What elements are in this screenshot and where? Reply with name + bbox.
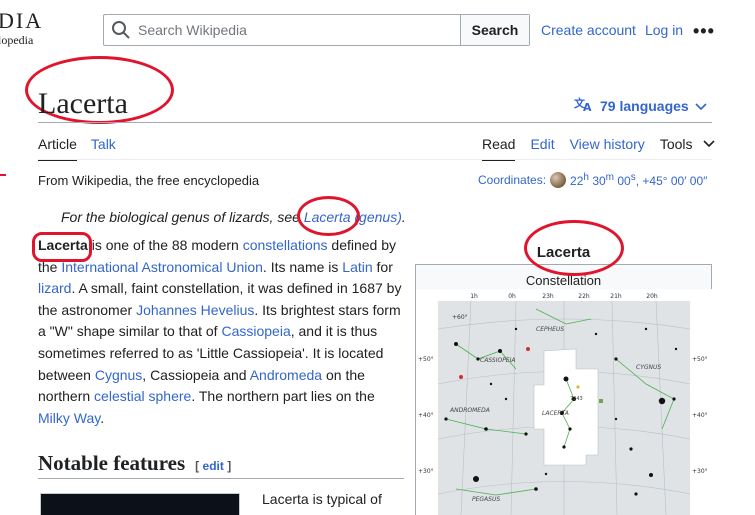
cassiopeia-link[interactable]: Cassiopeia xyxy=(221,323,290,339)
tab-view-history[interactable]: View history xyxy=(570,136,645,161)
annotation-mark-left xyxy=(0,174,6,176)
celestial-sphere-link[interactable]: celestial sphere xyxy=(94,388,191,404)
chevron-down-icon xyxy=(695,98,707,114)
label-ngc: 7243 xyxy=(570,396,583,402)
site-tagline: From Wikipedia, the free encyclopedia xyxy=(38,173,260,188)
languages-label: 79 languages xyxy=(600,97,689,114)
view-tabs: Read Edit View history Tools xyxy=(482,136,715,161)
svg-text:A: A xyxy=(583,101,592,112)
ra-tick: 22h xyxy=(578,293,590,300)
section-text: Lacerta is typical of xyxy=(262,491,382,507)
search-icon xyxy=(104,15,138,45)
infobox-caption: Constellation xyxy=(525,273,602,288)
namespace-tabs: Article Talk xyxy=(38,136,116,161)
coordinates-value[interactable]: 22h 30m 00s, +45° 00′ 00″ xyxy=(570,172,707,188)
label-andromeda: ANDROMEDA xyxy=(449,407,490,414)
tools-label: Tools xyxy=(659,136,693,152)
dec-tick: +30° xyxy=(692,468,708,475)
dec-tick: +50° xyxy=(692,356,708,363)
section-thumbnail-image[interactable] xyxy=(40,493,240,515)
tools-menu[interactable]: Tools xyxy=(660,136,715,161)
latin-link[interactable]: Latin xyxy=(342,259,372,275)
coordinates-label[interactable]: Coordinates: xyxy=(478,173,546,187)
constellation-map[interactable]: 1h 0h 23h 22h 21h 20h +50° +40° +30° +50… xyxy=(416,289,712,515)
more-options-icon[interactable]: ••• xyxy=(693,21,715,42)
wikipedia-tagline: lopedia xyxy=(0,33,34,47)
globe-icon[interactable] xyxy=(550,172,567,188)
hatnote: For the biological genus of lizards, see… xyxy=(61,209,406,225)
hevelius-link[interactable]: Johannes Hevelius xyxy=(136,302,254,318)
section-title-text: Notable features xyxy=(38,451,186,475)
ra-tick: 0h xyxy=(508,293,516,300)
iau-link[interactable]: International Astronomical Union xyxy=(61,259,263,275)
label-cassiopeia: CASSIOPEIA xyxy=(480,357,515,364)
translate-icon: 文A xyxy=(574,96,594,115)
log-in-link[interactable]: Log in xyxy=(645,22,683,38)
section-edit-link[interactable]: edit xyxy=(203,459,224,473)
search-input[interactable] xyxy=(138,15,460,45)
ra-tick: 1h xyxy=(470,293,478,300)
label-pegasus: PEGASUS xyxy=(472,496,500,503)
ra-tick: 23h xyxy=(542,293,554,300)
constellations-link[interactable]: constellations xyxy=(243,237,328,253)
tab-read[interactable]: Read xyxy=(482,136,516,161)
languages-button[interactable]: 文A 79 languages xyxy=(574,96,707,115)
andromeda-link[interactable]: Andromeda xyxy=(250,367,322,383)
lacerta-genus-link[interactable]: Lacerta (genus) xyxy=(304,209,402,225)
cygnus-link[interactable]: Cygnus xyxy=(95,367,142,383)
dec-tick: +40° xyxy=(418,412,434,419)
infobox-title: Lacerta xyxy=(536,244,591,261)
dec-tick: +50° xyxy=(418,356,434,363)
coordinates: Coordinates: 22h 30m 00s, +45° 00′ 00″ xyxy=(478,172,707,188)
dec-tick: +30° xyxy=(418,468,434,475)
tab-article[interactable]: Article xyxy=(38,136,77,161)
title-divider xyxy=(38,122,712,123)
tab-edit[interactable]: Edit xyxy=(530,136,554,161)
dec-tick: +40° xyxy=(692,412,708,419)
search-form: Search xyxy=(103,14,530,46)
ra-tick: 20h xyxy=(646,293,658,300)
search-button[interactable]: Search xyxy=(460,15,529,45)
label-cygnus: CYGNUS xyxy=(636,364,661,371)
section-heading: Notable features [ edit ] xyxy=(38,451,232,475)
lead-paragraph: Lacerta is one of the 88 modern constell… xyxy=(38,237,402,426)
chevron-down-icon xyxy=(702,136,715,152)
label-cepheus: CEPHEUS xyxy=(536,326,564,333)
wikipedia-wordmark[interactable]: DIA xyxy=(0,8,43,34)
create-account-link[interactable]: Create account xyxy=(541,22,636,38)
label-lacerta: LACERTA xyxy=(542,410,569,417)
tabs-divider xyxy=(38,159,712,160)
page-title: Lacerta xyxy=(38,87,128,120)
dec-tick: +60° xyxy=(452,314,468,321)
lead-bold-title: Lacerta xyxy=(38,237,88,253)
section-divider xyxy=(38,478,404,479)
personal-tools: Create account Log in xyxy=(541,22,683,38)
ra-tick: 21h xyxy=(610,293,622,300)
lizard-link[interactable]: lizard xyxy=(38,280,71,296)
milky-way-link[interactable]: Milky Way xyxy=(38,410,100,426)
tab-talk[interactable]: Talk xyxy=(91,136,116,161)
